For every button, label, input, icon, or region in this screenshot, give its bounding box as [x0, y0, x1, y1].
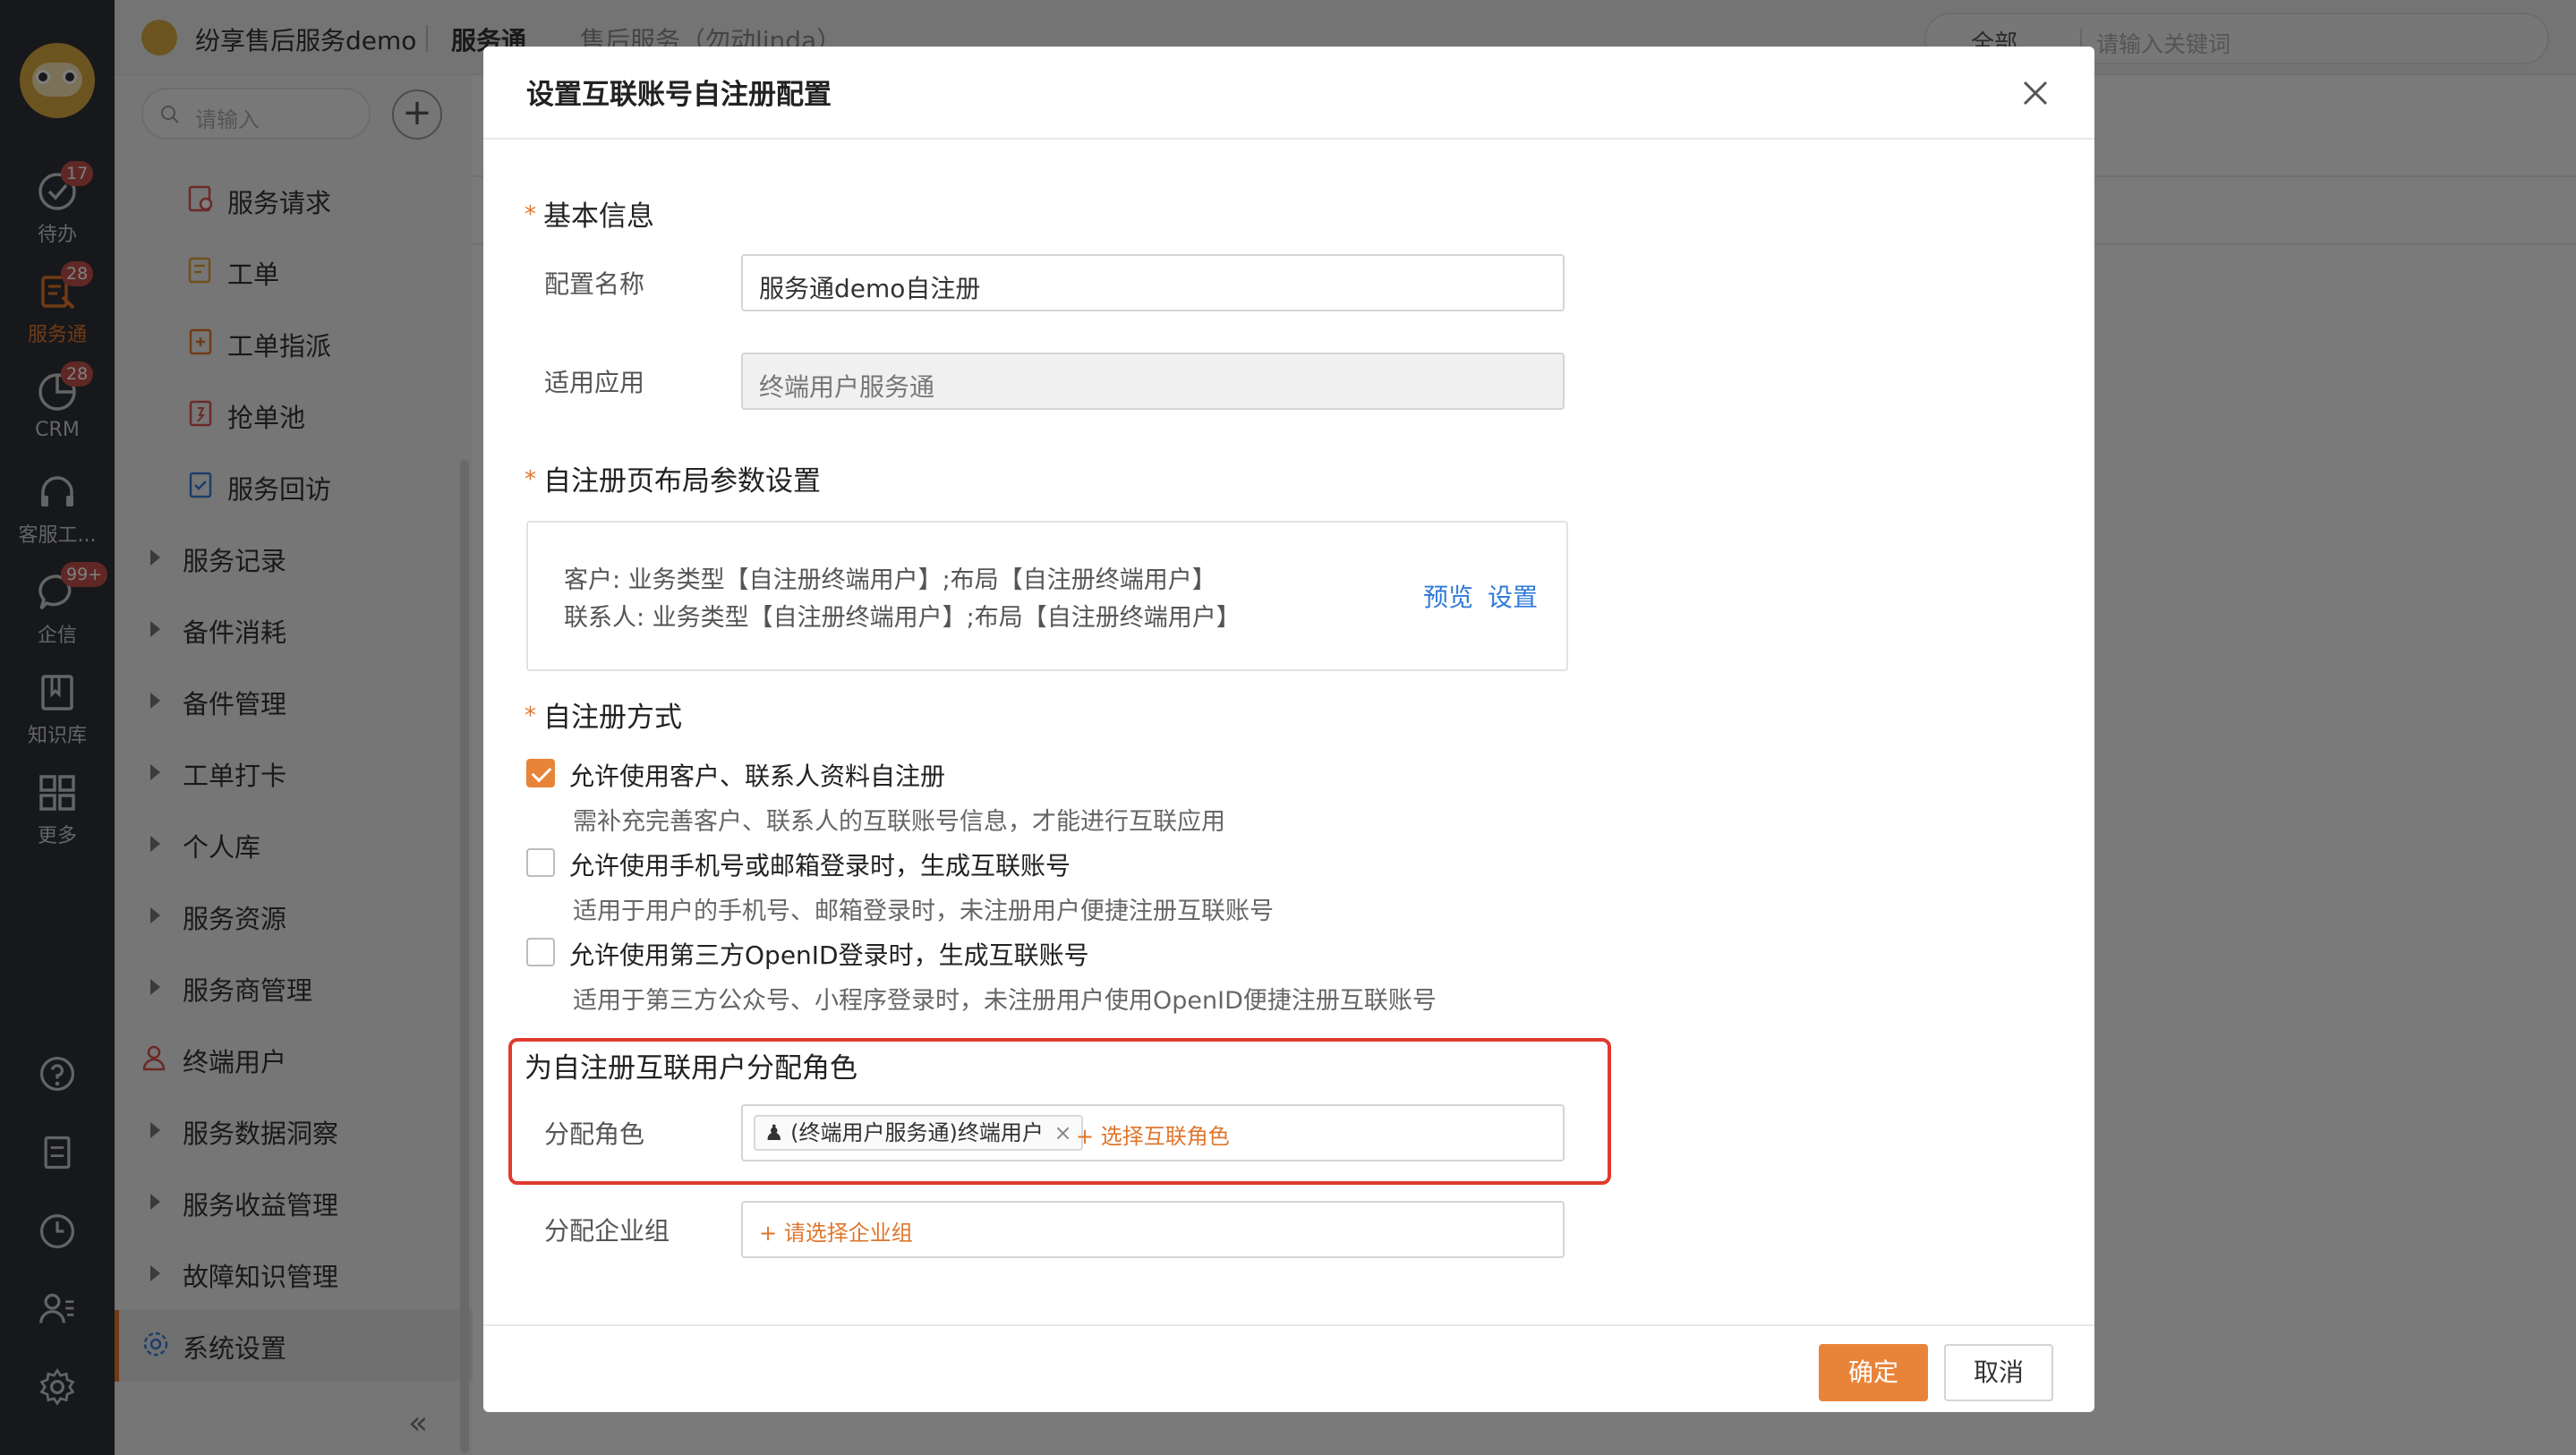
group-select[interactable]: + 请选择企业组 — [741, 1201, 1565, 1258]
settings-link[interactable]: 设置 — [1488, 578, 1538, 614]
remove-tag-icon[interactable]: × — [1054, 1120, 1072, 1145]
cancel-button[interactable]: 取消 — [1944, 1344, 2053, 1401]
close-icon[interactable] — [2016, 73, 2055, 113]
section-role: 为自注册互联用户分配角色 — [525, 1045, 857, 1085]
checkbox-checked[interactable] — [526, 759, 555, 787]
section-basic: * 基本信息 — [525, 193, 654, 234]
config-name-value: 服务通demo自注册 — [759, 274, 981, 303]
section-layout: * 自注册页布局参数设置 — [525, 458, 821, 498]
dialog-footer: 确定 取消 — [483, 1324, 2094, 1412]
option-description: 适用于第三方公众号、小程序登录时，未注册用户使用OpenID便捷注册互联账号 — [573, 987, 1437, 1015]
app-input: 终端用户服务通 — [741, 353, 1565, 410]
checkbox-unchecked[interactable] — [526, 848, 555, 877]
app-label: 适用应用 — [544, 368, 645, 397]
option-label: 允许使用手机号或邮箱登录时，生成互联账号 — [569, 851, 1071, 881]
option-description: 需补充完善客户、联系人的互联账号信息，才能进行互联应用 — [573, 808, 1225, 836]
add-group-link[interactable]: + 请选择企业组 — [759, 1215, 913, 1247]
preview-link[interactable]: 预览 — [1423, 578, 1473, 614]
dialog-title: 设置互联账号自注册配置 — [526, 79, 832, 111]
section-method: * 自注册方式 — [525, 694, 682, 735]
layout-contact-line: 联系人: 业务类型【自注册终端用户】;布局【自注册终端用户】 — [564, 604, 1241, 632]
required-mark: * — [525, 466, 536, 493]
required-mark: * — [525, 702, 536, 729]
group-label: 分配企业组 — [544, 1216, 670, 1246]
layout-customer-line: 客户: 业务类型【自注册终端用户】;布局【自注册终端用户】 — [564, 566, 1216, 594]
required-mark: * — [525, 201, 536, 228]
user-role-icon: ♟ — [764, 1120, 784, 1145]
option-label: 允许使用第三方OpenID登录时，生成互联账号 — [569, 940, 1089, 970]
self-registration-config-dialog: 设置互联账号自注册配置 * 基本信息 配置名称 服务通demo自注册 适用应用 终… — [483, 47, 2094, 1412]
section-title: 为自注册互联用户分配角色 — [525, 1052, 857, 1085]
dialog-header: 设置互联账号自注册配置 — [483, 47, 2094, 140]
role-select[interactable]: ♟ (终端用户服务通)终端用户 × + 选择互联角色 — [741, 1104, 1565, 1161]
section-title: 自注册方式 — [543, 702, 682, 734]
role-label: 分配角色 — [544, 1119, 645, 1149]
layout-params-box: 客户: 业务类型【自注册终端用户】;布局【自注册终端用户】 联系人: 业务类型【… — [526, 521, 1568, 671]
section-title: 自注册页布局参数设置 — [543, 465, 821, 498]
role-tag: ♟ (终端用户服务通)终端用户 × — [754, 1115, 1083, 1151]
section-title: 基本信息 — [543, 200, 654, 233]
option-description: 适用于用户的手机号、邮箱登录时，未注册用户便捷注册互联账号 — [573, 898, 1274, 925]
app-value: 终端用户服务通 — [759, 372, 935, 402]
confirm-button[interactable]: 确定 — [1819, 1344, 1928, 1401]
option-label: 允许使用客户、联系人资料自注册 — [569, 762, 946, 791]
checkbox-unchecked[interactable] — [526, 938, 555, 966]
role-tag-label: (终端用户服务通)终端用户 — [790, 1120, 1044, 1145]
add-role-link[interactable]: + 选择互联角色 — [1076, 1119, 1230, 1150]
config-name-input[interactable]: 服务通demo自注册 — [741, 254, 1565, 311]
config-name-label: 配置名称 — [544, 269, 645, 299]
